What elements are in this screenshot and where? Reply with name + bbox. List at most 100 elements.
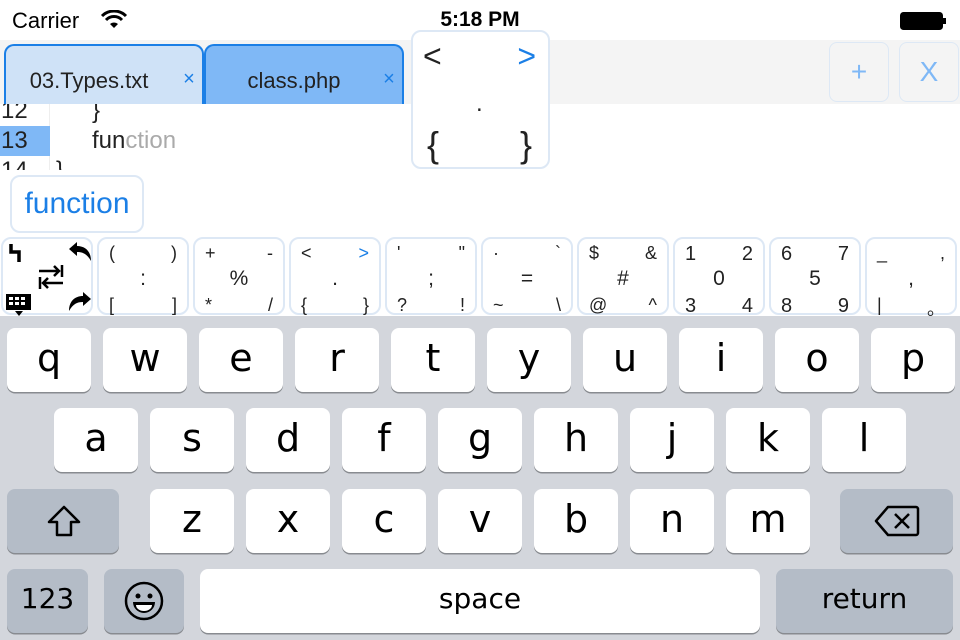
key-l[interactable]: l [822, 408, 906, 472]
key-preview-popup[interactable]: < > . { } [411, 30, 550, 169]
extra-key-char[interactable]: [ [109, 295, 114, 316]
extra-key-char[interactable]: < [301, 243, 312, 264]
extra-key-char[interactable]: ! [460, 295, 465, 316]
extra-key-char[interactable]: ` [555, 243, 561, 264]
extra-key-char[interactable]: 4 [742, 295, 753, 318]
extra-key[interactable]: 6 75 8 9 [769, 237, 861, 318]
key-k[interactable]: k [726, 408, 810, 472]
extra-key-char[interactable]: ( [109, 243, 115, 264]
key-r[interactable]: r [295, 328, 379, 392]
key-g[interactable]: g [438, 408, 522, 472]
key-j[interactable]: j [630, 408, 714, 472]
extra-key-char[interactable]: | [877, 295, 882, 316]
popup-char[interactable]: < [423, 38, 442, 75]
key-x[interactable]: x [246, 489, 330, 553]
extra-key-char[interactable]: { [301, 295, 307, 316]
popup-char-selected[interactable]: > [517, 38, 536, 75]
extra-key-char[interactable]: ~ [493, 295, 504, 316]
extra-key-char[interactable]: 6 [781, 243, 792, 266]
key-f[interactable]: f [342, 408, 426, 472]
extra-key-char[interactable]: @ [589, 295, 607, 316]
extra-key-char[interactable]: _ [877, 243, 887, 264]
extra-key[interactable]: 1 20 3 4 [673, 237, 765, 318]
key-y[interactable]: y [487, 328, 571, 392]
key-n[interactable]: n [630, 489, 714, 553]
extra-key-char[interactable]: " [459, 243, 465, 264]
extra-key-char[interactable]: & [645, 243, 657, 264]
extra-key-char[interactable]: $ [589, 243, 599, 264]
key-c[interactable]: c [342, 489, 426, 553]
extra-key-char[interactable]: : [99, 267, 187, 291]
tab-stop-icon[interactable] [9, 243, 29, 263]
close-tab-icon[interactable]: × [380, 68, 398, 91]
key-p[interactable]: p [871, 328, 955, 392]
redo-icon[interactable] [67, 291, 93, 313]
extra-key-char[interactable]: . [291, 267, 379, 291]
delete-key[interactable] [840, 489, 953, 553]
extra-key[interactable]: · ` = ~ \ [481, 237, 573, 315]
extra-key-char[interactable]: > [358, 243, 369, 264]
shift-key[interactable] [7, 489, 119, 553]
extra-key[interactable]: $ & # @ ^ [577, 237, 669, 315]
extra-key-char[interactable]: / [268, 295, 273, 316]
add-tab-button[interactable]: + [829, 42, 889, 102]
indent-outdent-icon[interactable] [37, 265, 65, 289]
popup-char[interactable]: . [476, 90, 483, 118]
extra-key-char[interactable]: 2 [742, 243, 753, 266]
extra-key-char[interactable]: 0 [675, 267, 763, 291]
key-b[interactable]: b [534, 489, 618, 553]
extra-key[interactable]: < >. {} [289, 237, 381, 315]
extra-key-char[interactable]: 9 [838, 295, 849, 318]
popup-char[interactable]: } [520, 124, 532, 166]
space-key[interactable]: space [200, 569, 760, 633]
hide-keyboard-icon[interactable] [5, 293, 33, 317]
extra-key-char[interactable]: 5 [771, 267, 859, 291]
navigation-key[interactable] [1, 237, 93, 317]
key-e[interactable]: e [199, 328, 283, 392]
emoji-key[interactable] [104, 569, 184, 633]
extra-key-char[interactable]: 8 [781, 295, 792, 318]
extra-key-char[interactable]: = [483, 267, 571, 291]
key-m[interactable]: m [726, 489, 810, 553]
undo-icon[interactable] [67, 241, 93, 263]
autocomplete-suggestion[interactable]: function [10, 175, 144, 233]
numbers-key[interactable]: 123 [7, 569, 88, 633]
key-i[interactable]: i [679, 328, 763, 392]
key-z[interactable]: z [150, 489, 234, 553]
key-h[interactable]: h [534, 408, 618, 472]
extra-key-char[interactable]: , [940, 243, 945, 264]
key-q[interactable]: q [7, 328, 91, 392]
extra-key-char[interactable]: + [205, 243, 216, 264]
extra-key-char[interactable]: # [579, 267, 667, 291]
extra-key[interactable]: _,, |。 [865, 237, 957, 319]
extra-key[interactable]: ' ";?! [385, 237, 477, 315]
extra-key-char[interactable]: 3 [685, 295, 696, 318]
extra-key-char[interactable]: 1 [685, 243, 696, 266]
return-key[interactable]: return [776, 569, 953, 633]
extra-key[interactable]: (): [] [97, 237, 189, 315]
key-a[interactable]: a [54, 408, 138, 472]
key-u[interactable]: u [583, 328, 667, 392]
close-all-button[interactable]: X [899, 42, 959, 102]
key-d[interactable]: d [246, 408, 330, 472]
key-w[interactable]: w [103, 328, 187, 392]
key-o[interactable]: o [775, 328, 859, 392]
extra-key-char[interactable]: · [493, 243, 499, 264]
key-s[interactable]: s [150, 408, 234, 472]
extra-key[interactable]: + -% * / [193, 237, 285, 315]
tab-class-php[interactable]: class.php × [204, 44, 404, 104]
close-tab-icon[interactable]: × [180, 68, 198, 91]
extra-key-char[interactable]: ? [397, 295, 407, 316]
key-v[interactable]: v [438, 489, 522, 553]
extra-key-char[interactable]: ^ [649, 295, 657, 316]
extra-key-char[interactable]: ' [397, 243, 400, 264]
extra-key-char[interactable]: 7 [838, 243, 849, 266]
extra-key-char[interactable]: ) [171, 243, 177, 264]
tab-03-types-txt[interactable]: 03.Types.txt × [4, 44, 204, 104]
extra-key-char[interactable]: % [195, 267, 283, 291]
popup-char[interactable]: { [427, 124, 439, 166]
extra-key-char[interactable]: , [867, 267, 955, 291]
extra-key-char[interactable]: \ [556, 295, 561, 316]
key-t[interactable]: t [391, 328, 475, 392]
extra-key-char[interactable]: ] [172, 295, 177, 316]
